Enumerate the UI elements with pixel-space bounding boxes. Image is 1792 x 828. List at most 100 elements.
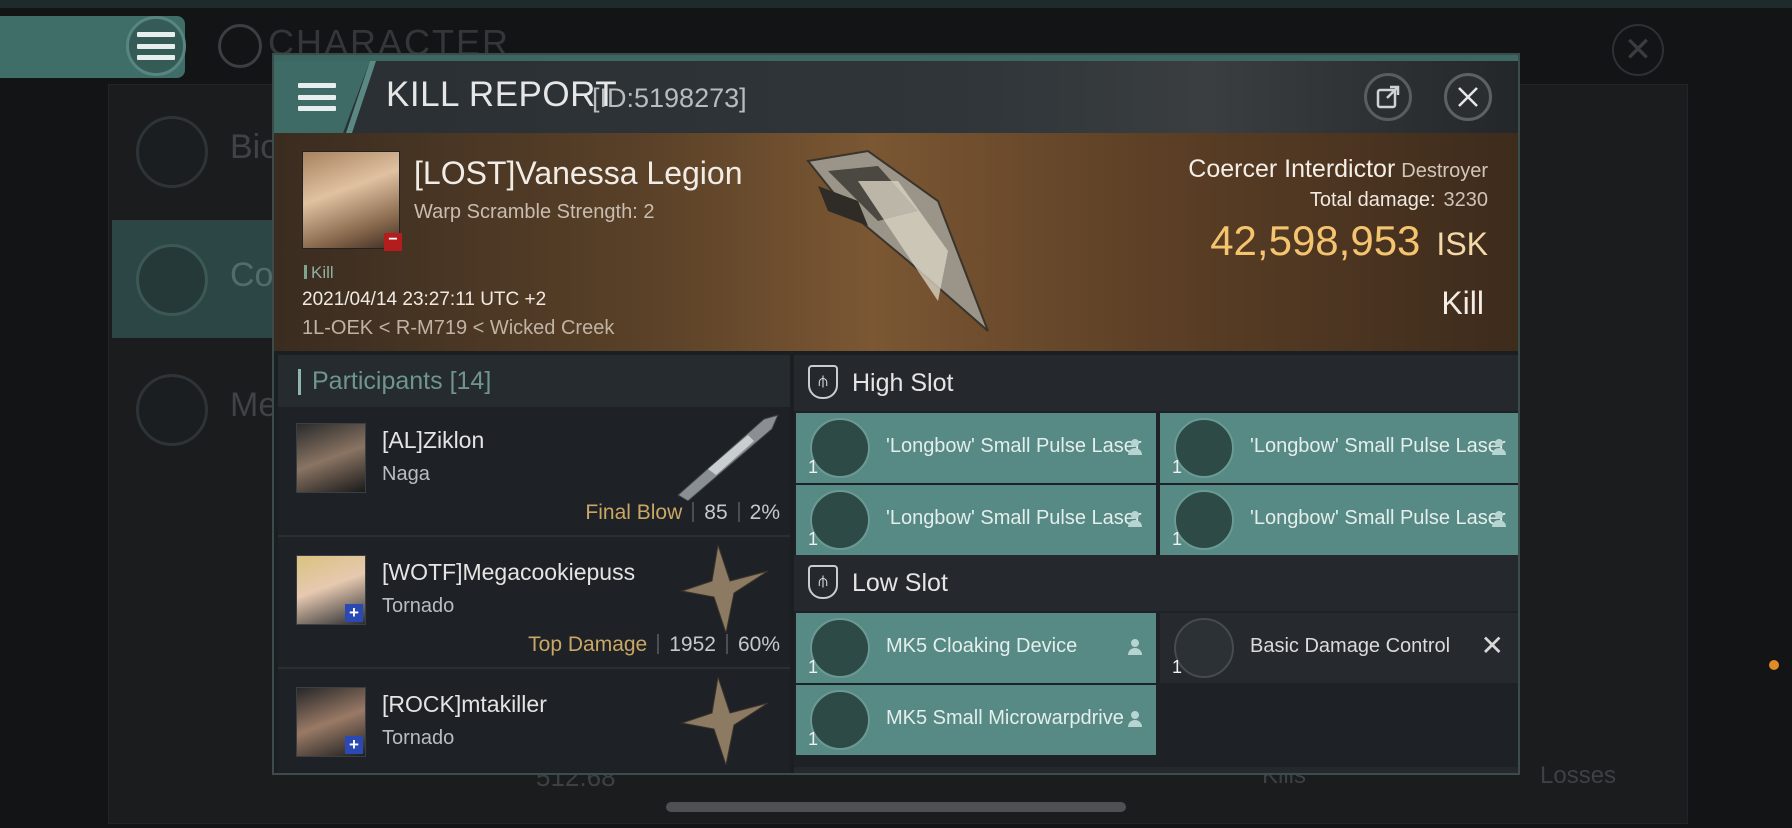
participant-stats: Final Blow 85 2% [585,501,780,525]
person-icon [1128,511,1142,527]
laser-module-icon [1174,418,1234,478]
laser-module-icon [810,490,870,550]
module-quantity: 1 [1172,529,1183,549]
participant-ship: Tornado [382,727,455,749]
participant-ship-image [677,414,779,501]
module-quantity: 1 [808,657,819,677]
destroyed-x-icon: ✕ [1480,630,1504,661]
participant-ship-image [680,544,769,633]
modal-title: KILL REPORT [386,75,618,114]
avatar[interactable] [296,423,366,493]
module-name: MK5 Small Microwarpdrive [886,707,1124,729]
background-close-button[interactable]: ✕ [1612,24,1664,76]
participant-stats: Top Damage 1952 60% [528,633,780,657]
participant-name[interactable]: [WOTF]Megacookiepuss [382,559,635,586]
fitting-panel: ⫛ High Slot 1 'Longbow' Small Pulse Lase… [794,355,1518,773]
participant-role: Final Blow [585,501,683,524]
star-icon [136,374,208,446]
module-name: 'Longbow' Small Pulse Laser [886,435,1142,457]
fleet-plus-icon: + [345,736,363,754]
background-menu-button[interactable] [126,16,186,76]
participant-role: Top Damage [528,633,648,656]
participant-row[interactable]: + [WOTF]Megacookiepuss Tornado Top Damag… [278,539,790,669]
ship-name-text: Coercer Interdictor [1188,155,1396,183]
home-indicator[interactable] [666,802,1126,812]
victim-name[interactable]: [LOST]Vanessa Legion [414,155,743,192]
kill-tag: Kill [304,263,334,283]
participants-header: Participants [14] [278,355,790,407]
victim-ship-name[interactable]: Coercer Interdictor Destroyer [1188,155,1488,184]
character-icon [218,24,262,68]
hostile-badge-icon: − [384,232,402,251]
ship-class: Destroyer [1401,160,1488,182]
participant-row[interactable]: [AL]Ziklon Naga Final Blow 85 2% [278,407,790,537]
isk-unit: ISK [1436,226,1488,262]
kill-timestamp: 2021/04/14 23:27:11 UTC +2 [302,289,547,310]
module-quantity: 1 [808,729,819,749]
module-name: 'Longbow' Small Pulse Laser [886,507,1142,529]
victim-banner: − [LOST]Vanessa Legion Warp Scramble Str… [274,133,1518,351]
participant-percent: 2% [749,501,780,524]
notification-dot [1769,660,1779,670]
kill-report-modal: KILL REPORT [ID:5198273] − [LOST]Vanessa… [272,53,1520,775]
report-id: [ID:5198273] [592,83,747,113]
participant-row[interactable]: + [ROCK]mtakiller Tornado [278,671,790,773]
hamburger-icon [298,83,336,111]
list-icon [136,116,208,188]
module-item[interactable]: 1 MK5 Small Microwarpdrive [796,685,1156,755]
participant-name[interactable]: [AL]Ziklon [382,427,484,454]
warp-scramble-strength: Warp Scramble Strength: 2 [414,201,655,223]
external-link-icon [1376,85,1400,109]
person-icon [1492,511,1506,527]
module-name: MK5 Cloaking Device [886,635,1078,657]
losses-label[interactable]: Losses [1540,762,1616,790]
participants-count: [14] [449,367,492,395]
module-item[interactable]: 1 'Longbow' Small Pulse Laser [796,485,1156,555]
person-icon [1492,439,1506,455]
kill-location[interactable]: 1L-OEK < R-M719 < Wicked Creek [302,317,614,340]
module-item[interactable]: 1 'Longbow' Small Pulse Laser [1160,413,1518,483]
participant-name[interactable]: [ROCK]mtakiller [382,691,547,718]
module-quantity: 1 [1172,657,1183,677]
top-status-line [0,0,1792,8]
hamburger-icon [137,32,175,60]
microwarpdrive-icon [810,690,870,750]
high-slot-header: ⫛ High Slot [794,355,1518,411]
participant-ship-image [680,676,769,765]
avatar[interactable]: + [296,555,366,625]
isk-amount: 42,598,953 [1210,217,1421,264]
avatar[interactable]: + [296,687,366,757]
header-accent-bar [298,369,301,395]
participant-percent: 60% [737,633,780,656]
total-damage: Total damage: 3230 [1310,189,1488,212]
slot-shield-icon: ⫛ [808,565,838,599]
laser-module-icon [1174,490,1234,550]
close-icon [1458,87,1478,107]
high-slot-title: High Slot [852,369,954,397]
total-damage-label: Total damage: [1309,189,1436,211]
module-item[interactable]: 1 Basic Damage Control ✕ [1160,613,1518,683]
module-quantity: 1 [1172,457,1183,477]
next-section-peek [794,767,1518,773]
damage-control-icon [1174,618,1234,678]
module-item[interactable]: 1 'Longbow' Small Pulse Laser [1160,485,1518,555]
isk-value: 42,598,953 ISK [1210,217,1488,265]
slot-shield-icon: ⫛ [808,365,838,399]
laser-module-icon [810,418,870,478]
share-button[interactable] [1364,73,1412,121]
cloaking-device-icon [810,618,870,678]
participant-ship: Naga [382,463,430,485]
participants-panel: Participants [14] [AL]Ziklon Naga Final … [278,355,790,773]
module-item[interactable]: 1 MK5 Cloaking Device [796,613,1156,683]
module-name: 'Longbow' Small Pulse Laser [1250,435,1506,457]
kill-result: Kill [1441,285,1484,321]
modal-menu-button[interactable] [274,61,370,133]
participant-damage: 85 [704,501,728,524]
total-damage-value: 3230 [1443,189,1489,211]
module-item[interactable]: 1 'Longbow' Small Pulse Laser [796,413,1156,483]
close-button[interactable] [1444,73,1492,121]
module-name: 'Longbow' Small Pulse Laser [1250,507,1506,529]
module-quantity: 1 [808,529,819,549]
person-icon [1128,439,1142,455]
person-icon [1128,639,1142,655]
